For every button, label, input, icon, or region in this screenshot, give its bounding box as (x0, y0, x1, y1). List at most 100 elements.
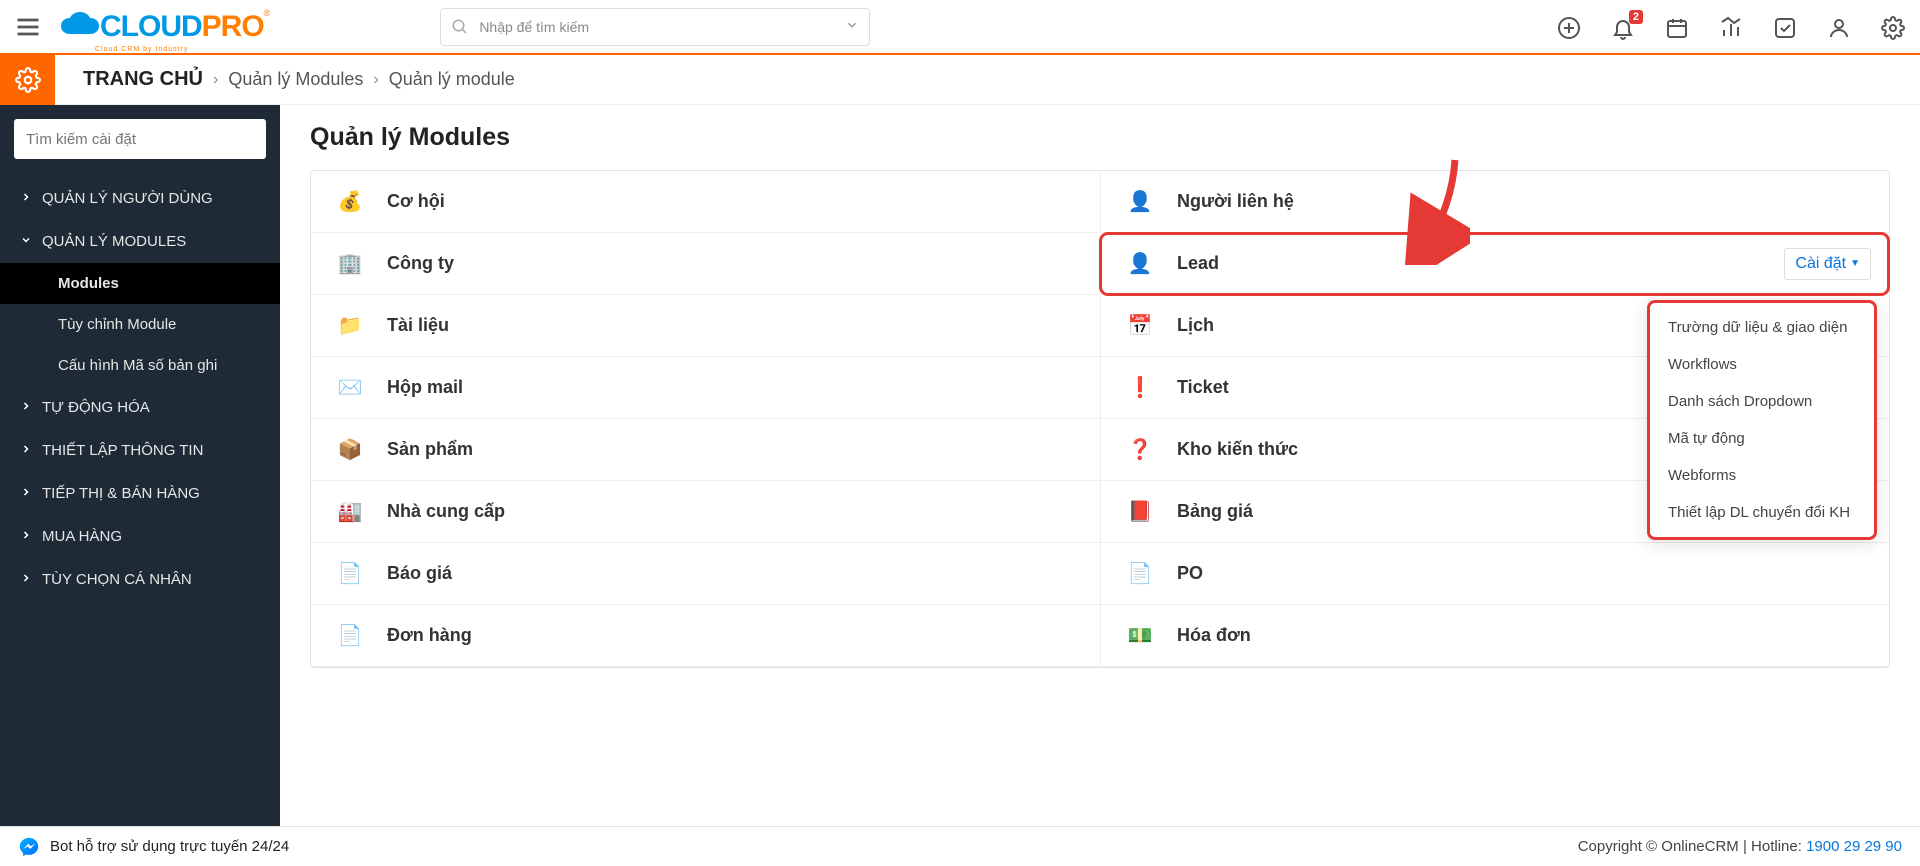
module-cell[interactable]: 📄 Đơn hàng (311, 605, 1100, 667)
topbar: CLOUDPRO® Cloud CRM by Industry Nhập để … (0, 0, 1920, 55)
settings-gear-box[interactable] (0, 55, 55, 105)
footer-hotline-link[interactable]: 1900 29 29 90 (1806, 838, 1902, 855)
global-search[interactable]: Nhập để tìm kiếm (440, 8, 870, 46)
logo-text-cloud: CLOUD (100, 10, 202, 44)
cloud-icon (60, 12, 100, 42)
sidebar-item-label: TỰ ĐỘNG HÓA (42, 399, 150, 416)
module-cell[interactable]: 📄Báo giá (311, 543, 1100, 605)
module-icon: 📄 (1127, 561, 1153, 586)
sidebar-item[interactable]: TỰ ĐỘNG HÓA (0, 386, 280, 429)
top-icon-bar: 2 (1557, 0, 1905, 55)
dropdown-item[interactable]: Trường dữ liệu & giao diện (1650, 309, 1874, 346)
module-cell[interactable]: 💰 Cơ hội (311, 171, 1100, 233)
module-cell[interactable]: 🏭 Nhà cung cấp (311, 481, 1100, 543)
chart-icon (1719, 16, 1743, 40)
calendar-button[interactable] (1665, 16, 1689, 40)
dropdown-item[interactable]: Webforms (1650, 457, 1874, 494)
sidebar-item-label: QUẢN LÝ NGƯỜI DÙNG (42, 190, 213, 207)
module-icon: 💵 (1127, 623, 1153, 648)
analytics-button[interactable] (1719, 16, 1743, 40)
content-area: Quản lý Modules 💰 Cơ hội 👤Người liên hệ🏢Cô… (280, 105, 1920, 826)
check-square-icon (1773, 16, 1797, 40)
module-label: Nhà cung cấp (387, 501, 505, 522)
logo-subtitle: Cloud CRM by Industry (95, 46, 188, 53)
sidebar-item[interactable]: MUA HÀNG (0, 515, 280, 558)
sidebar-item[interactable]: QUẢN LÝ NGƯỜI DÙNG (0, 177, 280, 220)
module-cell[interactable]: 👤Người liên hệ (1100, 171, 1889, 233)
dropdown-item[interactable]: Danh sách Dropdown (1650, 383, 1874, 420)
logo-text-pro: PRO (202, 10, 264, 44)
profile-button[interactable] (1827, 16, 1851, 40)
search-icon (451, 18, 469, 36)
module-cell[interactable]: ✉️ Hộp mail (311, 357, 1100, 419)
messenger-icon[interactable] (18, 836, 40, 858)
sidebar-subitem[interactable]: Modules (0, 263, 280, 304)
module-label: Ticket (1177, 377, 1229, 398)
page-title: Quản lý Modules (310, 123, 1890, 152)
sidebar-item[interactable]: QUẢN LÝ MODULES (0, 220, 280, 263)
dropdown-item[interactable]: Mã tự động (1650, 420, 1874, 457)
menu-toggle[interactable] (0, 0, 55, 54)
footer-bot-text: Bot hỗ trợ sử dụng trực tuyến 24/24 (50, 838, 289, 855)
module-label: Lead (1177, 253, 1219, 274)
settings-button[interactable] (1881, 16, 1905, 40)
chevron-right-icon (20, 442, 32, 459)
module-label: Cơ hội (387, 191, 445, 212)
sidebar-item-label: TIẾP THỊ & BÁN HÀNG (42, 485, 200, 502)
module-label: Báo giá (387, 563, 452, 584)
module-label: Sản phẩm (387, 439, 473, 460)
module-cell[interactable]: 💵Hóa đơn (1100, 605, 1889, 667)
module-settings-button[interactable]: Cài đặt ▼ (1784, 248, 1871, 280)
sidebar-item-label: QUẢN LÝ MODULES (42, 233, 186, 250)
chevron-down-icon (20, 233, 32, 250)
gear-icon (15, 67, 41, 93)
add-button[interactable] (1557, 16, 1581, 40)
module-cell[interactable]: 👤LeadCài đặt ▼Trường dữ liệu & giao diện… (1100, 233, 1889, 295)
module-cell[interactable]: 📦Sản phẩm (311, 419, 1100, 481)
user-icon (1827, 16, 1851, 40)
plus-circle-icon (1557, 16, 1581, 40)
sidebar-subitem[interactable]: Cấu hình Mã số bản ghi (0, 345, 280, 386)
breadcrumb-level1[interactable]: Quản lý Modules (228, 69, 363, 90)
module-icon: 🏢 (337, 251, 363, 276)
sidebar-item[interactable]: TÙY CHỌN CÁ NHÂN (0, 558, 280, 601)
breadcrumb: TRANG CHỦ › Quản lý Modules › Quản lý mo… (83, 68, 515, 91)
search-dropdown-caret[interactable] (845, 18, 859, 35)
caret-down-icon: ▼ (1850, 258, 1860, 269)
sidebar-item-label: THIẾT LẬP THÔNG TIN (42, 442, 203, 459)
breadcrumb-sep: › (213, 71, 218, 89)
module-icon: 🏭 (337, 499, 363, 524)
module-icon: 💰 (337, 189, 363, 214)
logo[interactable]: CLOUDPRO® Cloud CRM by Industry (60, 7, 270, 47)
dropdown-item[interactable]: Workflows (1650, 346, 1874, 383)
tasks-button[interactable] (1773, 16, 1797, 40)
sidebar-search-input[interactable] (14, 119, 266, 159)
calendar-icon (1665, 16, 1689, 40)
sidebar-item[interactable]: THIẾT LẬP THÔNG TIN (0, 429, 280, 472)
sidebar-item[interactable]: TIẾP THỊ & BÁN HÀNG (0, 472, 280, 515)
logo-trademark: ® (264, 8, 271, 18)
hamburger-icon (14, 13, 42, 41)
module-label: Người liên hệ (1177, 191, 1294, 212)
notification-badge: 2 (1629, 10, 1643, 24)
module-cell[interactable]: 📁Tài liệu (311, 295, 1100, 357)
module-label: Hộp mail (387, 377, 463, 398)
breadcrumb-home[interactable]: TRANG CHỦ (83, 68, 203, 91)
sidebar-subitem[interactable]: Tùy chỉnh Module (0, 304, 280, 345)
module-icon: ❓ (1127, 437, 1153, 462)
sidebar-item-label: TÙY CHỌN CÁ NHÂN (42, 571, 192, 588)
footer: Bot hỗ trợ sử dụng trực tuyến 24/24 Copy… (0, 826, 1920, 866)
module-label: Đơn hàng (387, 625, 472, 646)
module-cell[interactable]: 🏢Công ty (311, 233, 1100, 295)
module-icon: ✉️ (337, 375, 363, 400)
module-icon: 📄 (337, 623, 363, 648)
dropdown-item[interactable]: Thiết lập DL chuyển đổi KH (1650, 494, 1874, 531)
chevron-down-icon (845, 18, 859, 32)
sidebar-search-wrap (14, 119, 266, 159)
breadcrumb-row: TRANG CHỦ › Quản lý Modules › Quản lý mo… (0, 55, 1920, 105)
module-cell[interactable]: 📄PO (1100, 543, 1889, 605)
notifications-button[interactable]: 2 (1611, 16, 1635, 40)
footer-right: Copyright © OnlineCRM | Hotline: 1900 29… (1578, 838, 1902, 855)
settings-label: Cài đặt (1795, 255, 1846, 273)
settings-sidebar: QUẢN LÝ NGƯỜI DÙNG QUẢN LÝ MODULES Modules… (0, 105, 280, 826)
